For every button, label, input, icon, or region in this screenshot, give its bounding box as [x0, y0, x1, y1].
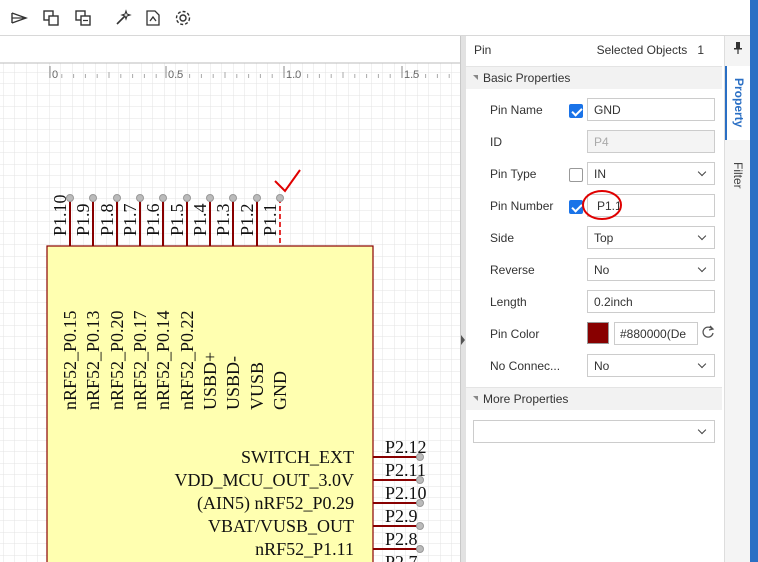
panel-title: Pin — [474, 43, 492, 57]
settings-icon[interactable] — [172, 7, 194, 29]
more-properties-select[interactable] — [473, 420, 715, 443]
pin-name-text: nRF52_P0.20 — [107, 310, 127, 410]
no-connect-label: No Connec... — [490, 359, 561, 373]
pin-number-text: P2.7 — [385, 552, 418, 562]
pin-name-text: VBAT/VUSB_OUT — [208, 516, 354, 536]
pin-name-text: SWITCH_EXT — [241, 447, 354, 467]
pin-number-text: P2.10 — [385, 483, 427, 503]
property-panel: Pin Selected Objects 1 Basic Properties … — [466, 36, 724, 562]
pin-name-text: USBD- — [223, 356, 243, 410]
pin-name-text: VDD_MCU_OUT_3.0V — [175, 470, 355, 490]
pin-name-text: VUSB — [247, 362, 267, 410]
ruler-tick-label: 0 — [52, 69, 58, 81]
pin-number-text: P2.11 — [385, 460, 426, 480]
side-select[interactable]: Top — [587, 226, 715, 249]
pin-color-label: Pin Color — [490, 327, 540, 341]
window-edge — [750, 0, 758, 562]
pin-name-input[interactable]: GND — [587, 98, 715, 121]
pin-number-text: P2.8 — [385, 529, 418, 549]
pin-number-text: P1.4 — [190, 203, 210, 236]
copy-icon[interactable] — [40, 7, 62, 29]
length-label: Length — [490, 295, 527, 309]
pin-name-text: nRF52_P0.14 — [153, 310, 173, 410]
more-properties-section[interactable]: More Properties — [466, 387, 722, 410]
pin-name-text: nRF52_P1.11 — [255, 539, 354, 559]
ruler-tick-label: 1.0 — [286, 69, 301, 81]
pin-name-text: (AIN5) nRF52_P0.29 — [197, 493, 354, 514]
wire-tool-icon[interactable] — [8, 7, 30, 29]
side-tabs: Property Filter — [724, 36, 751, 562]
schematic-drawing[interactable]: 0 0.5 1.0 1.5 P1.10 nRF52_P0.15 P1.9 nRF52_P0.… — [0, 36, 460, 562]
reverse-select[interactable]: No — [587, 258, 715, 281]
collapse-triangle-icon — [473, 396, 478, 401]
id-input: P4 — [587, 130, 715, 153]
pin-number-text: P2.12 — [385, 437, 427, 457]
paste-icon[interactable] — [72, 7, 94, 29]
pin-type-select[interactable]: IN — [587, 162, 715, 185]
ruler-tick-label: 0.5 — [168, 69, 183, 81]
refresh-icon[interactable] — [701, 325, 715, 339]
pin-number-text: P1.9 — [73, 203, 93, 236]
pin-type-label: Pin Type — [490, 167, 537, 181]
export-icon[interactable] — [142, 7, 164, 29]
panel-header: Pin Selected Objects 1 — [466, 36, 724, 64]
pin-name-text: nRF52_P0.13 — [83, 310, 103, 410]
reverse-label: Reverse — [490, 263, 535, 277]
length-input[interactable]: 0.2inch — [587, 290, 715, 313]
collapse-arrow-icon[interactable] — [461, 335, 465, 345]
side-label: Side — [490, 231, 515, 245]
magic-wand-icon[interactable] — [112, 7, 134, 29]
pin-number-text: P2.9 — [385, 506, 418, 526]
schematic-canvas[interactable]: 0 0.5 1.0 1.5 P1.10 nRF52_P0.15 P1.9 nRF52_P0.… — [0, 36, 460, 562]
circle-annotation — [582, 190, 622, 220]
pin-name-text: nRF52_P0.15 — [60, 310, 80, 410]
ruler-tick-label: 1.5 — [404, 69, 419, 81]
pin-number-text: P1.10 — [50, 194, 70, 236]
pin-name-text: nRF52_P0.22 — [177, 310, 197, 410]
pin-type-checkbox[interactable] — [569, 168, 583, 182]
basic-properties-section[interactable]: Basic Properties — [466, 66, 722, 89]
pin-number-text: P1.2 — [237, 203, 257, 236]
pin-name-text: GND — [270, 371, 290, 410]
collapse-triangle-icon — [473, 75, 478, 80]
id-label: ID — [490, 135, 502, 149]
pin-icon[interactable] — [733, 42, 743, 57]
pin-number-text: P1.5 — [167, 203, 187, 236]
pin-color-swatch[interactable] — [587, 322, 609, 344]
pin-number-text: P1.7 — [120, 203, 140, 236]
pin-name-label: Pin Name — [490, 103, 543, 117]
pin-number-label: Pin Number — [490, 199, 554, 213]
selected-objects-label: Selected Objects 1 — [596, 43, 704, 57]
pin-name-text: USBD+ — [200, 352, 220, 410]
tab-property[interactable]: Property — [725, 66, 751, 140]
toolbar — [0, 0, 750, 36]
pin-number-text: P1.1 — [260, 203, 280, 236]
pin-name-text: nRF52_P0.17 — [130, 310, 150, 410]
pin-number-text: P1.6 — [143, 203, 163, 236]
pin-name-checkbox[interactable] — [569, 104, 583, 118]
pin-color-input[interactable]: #880000(De — [614, 322, 698, 345]
tab-filter[interactable]: Filter — [725, 146, 751, 204]
no-connect-select[interactable]: No — [587, 354, 715, 377]
pin-number-text: P1.8 — [97, 203, 117, 236]
pin-number-text: P1.3 — [213, 203, 233, 236]
